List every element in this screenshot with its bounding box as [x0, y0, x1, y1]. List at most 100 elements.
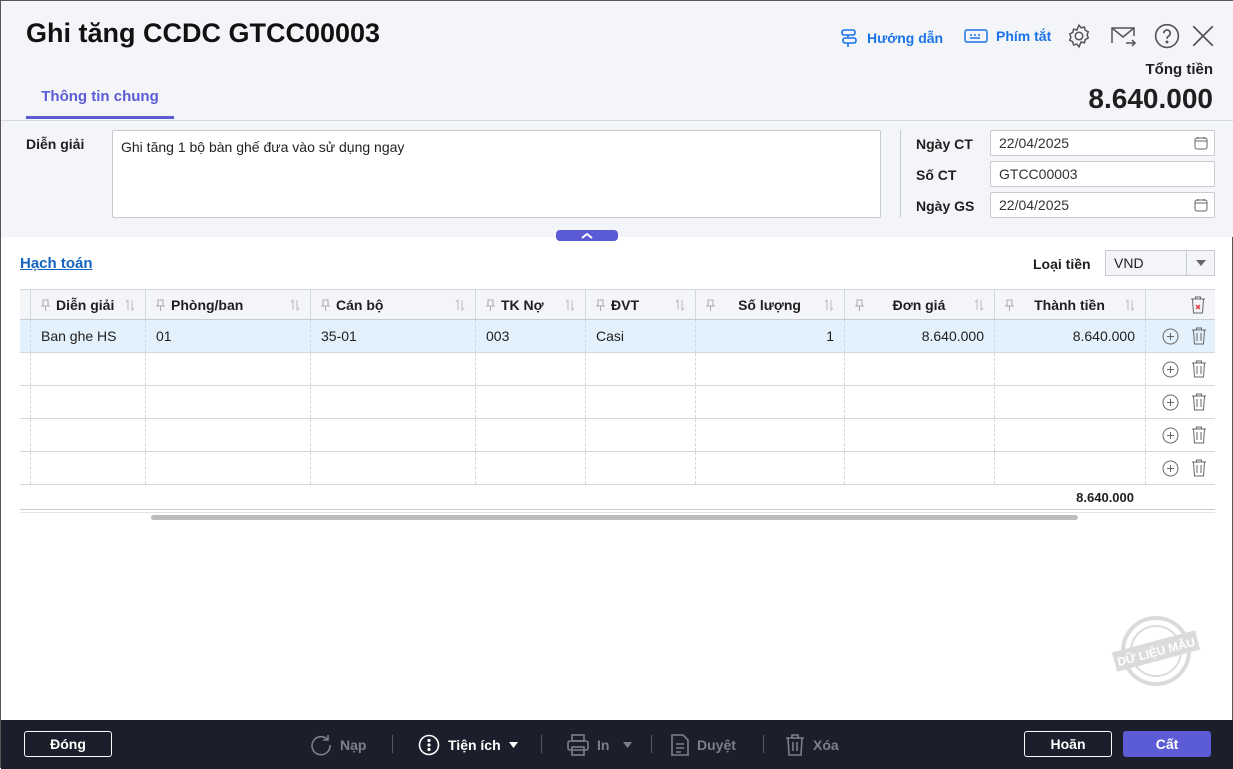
save-button[interactable]: Cất [1123, 731, 1211, 757]
calendar-icon[interactable] [1194, 136, 1208, 150]
table-cell[interactable] [995, 452, 1146, 484]
table-cell[interactable] [845, 386, 995, 418]
sort-icon[interactable] [125, 298, 135, 311]
table-row[interactable] [20, 386, 1215, 419]
utilities-button[interactable]: Tiện ích [418, 734, 518, 756]
table-cell[interactable] [476, 386, 586, 418]
add-row-icon[interactable] [1162, 460, 1179, 477]
pin-icon[interactable] [321, 299, 330, 311]
row-handle[interactable] [20, 386, 31, 418]
table-cell[interactable]: 003 [476, 320, 586, 352]
table-cell[interactable] [995, 353, 1146, 385]
table-cell[interactable]: 8.640.000 [845, 320, 995, 352]
sort-icon[interactable] [824, 298, 834, 311]
pin-icon[interactable] [706, 299, 715, 311]
table-cell[interactable] [586, 419, 696, 451]
add-row-icon[interactable] [1162, 394, 1179, 411]
gear-icon[interactable] [1066, 23, 1092, 49]
table-cell[interactable] [311, 386, 476, 418]
table-cell[interactable] [31, 353, 146, 385]
column-header[interactable]: Số lượng [696, 290, 845, 319]
sort-icon[interactable] [290, 298, 300, 311]
table-cell[interactable] [696, 452, 845, 484]
table-cell[interactable] [586, 353, 696, 385]
table-cell[interactable] [311, 452, 476, 484]
pin-icon[interactable] [855, 299, 864, 311]
delete-row-icon[interactable] [1191, 360, 1207, 378]
print-button[interactable]: In [567, 734, 633, 756]
table-cell[interactable] [696, 353, 845, 385]
delete-row-icon[interactable] [1191, 459, 1207, 477]
pin-icon[interactable] [486, 299, 495, 311]
row-handle[interactable] [20, 320, 31, 352]
table-cell[interactable] [476, 353, 586, 385]
sort-icon[interactable] [455, 298, 465, 311]
so-ct-input[interactable]: GTCC00003 [990, 161, 1215, 187]
column-header[interactable]: Đơn giá [845, 290, 995, 319]
shortcut-link[interactable]: Phím tắt [964, 28, 1051, 44]
table-cell[interactable] [995, 386, 1146, 418]
reload-button[interactable]: Nạp [310, 734, 366, 756]
dropdown-button[interactable] [1186, 251, 1214, 275]
table-cell[interactable] [31, 452, 146, 484]
table-cell[interactable] [31, 419, 146, 451]
table-cell[interactable] [146, 452, 311, 484]
table-cell[interactable] [845, 419, 995, 451]
approve-button[interactable]: Duyệt [671, 734, 736, 756]
column-header[interactable]: ĐVT [586, 290, 696, 319]
horizontal-scrollbar[interactable] [20, 512, 1215, 521]
table-cell[interactable] [696, 419, 845, 451]
column-header[interactable]: Cán bộ [311, 290, 476, 319]
table-cell[interactable] [311, 419, 476, 451]
table-cell[interactable]: Ban ghe HS [31, 320, 146, 352]
table-cell[interactable] [476, 419, 586, 451]
table-row[interactable] [20, 353, 1215, 386]
table-cell[interactable] [995, 419, 1146, 451]
table-cell[interactable] [845, 353, 995, 385]
table-cell[interactable]: 8.640.000 [995, 320, 1146, 352]
row-handle[interactable] [20, 452, 31, 484]
close-icon[interactable] [1190, 23, 1216, 49]
sort-icon[interactable] [675, 298, 685, 311]
scrollbar-thumb[interactable] [151, 515, 1078, 520]
add-row-icon[interactable] [1162, 427, 1179, 444]
delete-row-icon[interactable] [1191, 327, 1207, 345]
pin-icon[interactable] [596, 299, 605, 311]
table-cell[interactable] [146, 353, 311, 385]
close-button[interactable]: Đóng [24, 731, 112, 757]
column-header[interactable]: Phòng/ban [146, 290, 311, 319]
pin-icon[interactable] [1005, 299, 1014, 311]
pin-icon[interactable] [156, 299, 165, 311]
sort-icon[interactable] [1125, 298, 1135, 311]
description-input[interactable]: Ghi tăng 1 bộ bàn ghế đưa vào sử dụng ng… [112, 130, 881, 218]
cancel-button[interactable]: Hoãn [1024, 731, 1112, 757]
table-row[interactable]: Ban ghe HS 01 35-01 003 Casi 1 8.640.000 8.640.… [20, 320, 1215, 353]
calendar-icon[interactable] [1194, 198, 1208, 212]
date-ct-input[interactable]: 22/04/2025 [990, 130, 1215, 156]
send-mail-icon[interactable] [1110, 23, 1138, 49]
grid-header[interactable]: Diễn giải Phòng/ban Cán bộ TK Nợ ĐVT Số lượng… [20, 289, 1215, 320]
column-header[interactable]: Thành tiền [995, 290, 1146, 319]
tab-general-info[interactable]: Thông tin chung [26, 81, 174, 119]
add-row-icon[interactable] [1162, 361, 1179, 378]
table-cell[interactable] [146, 419, 311, 451]
table-cell[interactable] [845, 452, 995, 484]
column-header[interactable]: Diễn giải [31, 290, 146, 319]
collapse-button[interactable] [556, 230, 618, 241]
table-cell[interactable]: 1 [696, 320, 845, 352]
sort-icon[interactable] [565, 298, 575, 311]
table-cell[interactable] [311, 353, 476, 385]
table-cell[interactable] [696, 386, 845, 418]
add-row-icon[interactable] [1162, 328, 1179, 345]
table-cell[interactable] [586, 386, 696, 418]
guide-link[interactable]: Hướng dẫn [839, 28, 943, 48]
header-cell-row-handle[interactable] [20, 290, 31, 319]
currency-select[interactable]: VND [1105, 250, 1215, 276]
column-header[interactable]: TK Nợ [476, 290, 586, 319]
table-cell[interactable] [31, 386, 146, 418]
table-cell[interactable]: 35-01 [311, 320, 476, 352]
table-cell[interactable]: Casi [586, 320, 696, 352]
delete-row-icon[interactable] [1191, 393, 1207, 411]
table-row[interactable] [20, 419, 1215, 452]
sort-icon[interactable] [974, 298, 984, 311]
